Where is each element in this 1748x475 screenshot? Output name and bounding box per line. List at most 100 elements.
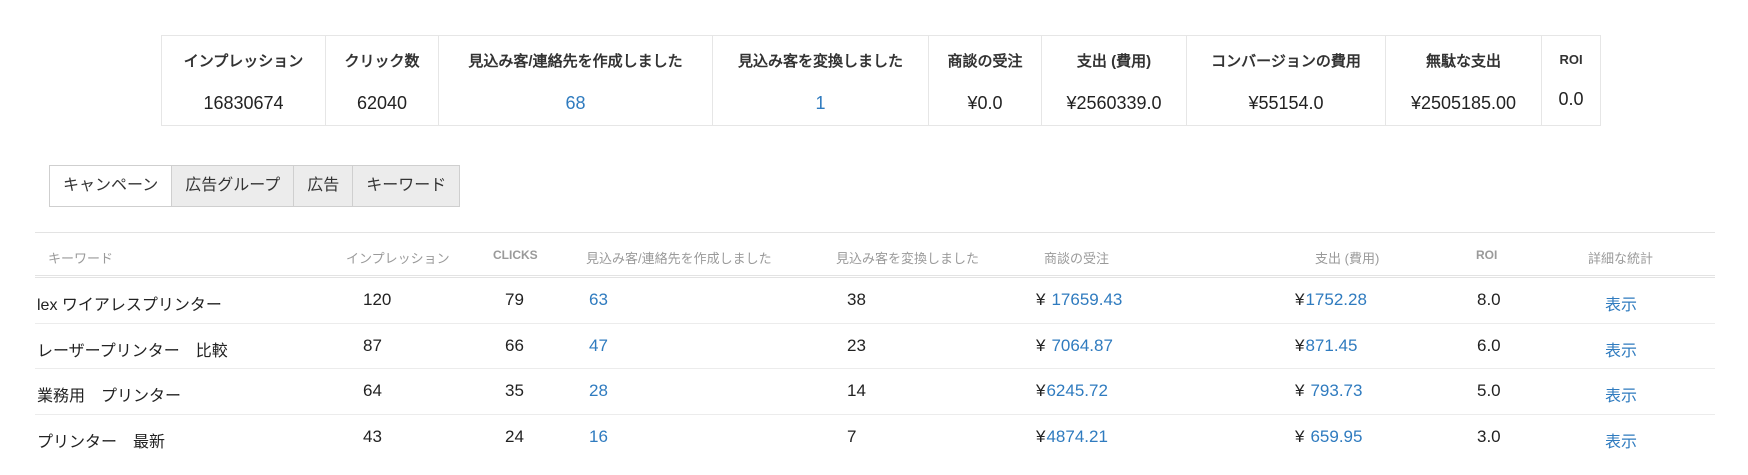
summary-leads-converted: 見込み客を変換しました 1 xyxy=(713,36,929,125)
impressions-cell: 87 xyxy=(363,335,382,355)
leads-link[interactable]: 16 xyxy=(589,427,608,447)
roi-cell: 3.0 xyxy=(1477,426,1501,446)
yen-symbol: ¥ xyxy=(1295,290,1305,309)
deals-won-cell[interactable]: ¥7064.87 xyxy=(1036,336,1113,356)
col-deals-won[interactable]: 商談の受注 xyxy=(1044,248,1109,267)
col-leads-created[interactable]: 見込み客/連絡先を作成しました xyxy=(586,248,772,267)
col-spend[interactable]: 支出 (費用) xyxy=(1315,248,1379,267)
col-clicks[interactable]: CLICKS xyxy=(493,248,538,262)
view-cell: 表示 xyxy=(1605,382,1637,406)
view-details-link[interactable]: 表示 xyxy=(1605,343,1637,360)
view-details-link[interactable]: 表示 xyxy=(1605,388,1637,405)
summary-value: 62040 xyxy=(356,93,408,113)
summary-header: ROI xyxy=(1559,52,1583,67)
summary-wasted-spend: 無駄な支出 ¥2505185.00 xyxy=(1386,36,1542,125)
clicks-cell: 35 xyxy=(505,381,524,400)
view-cell: 表示 xyxy=(1605,337,1637,361)
deals-won-cell[interactable]: ¥6245.72 xyxy=(1036,381,1108,401)
converted-cell: 23 xyxy=(847,335,866,355)
summary-value: ¥0.0 xyxy=(967,93,1003,113)
leads-link[interactable]: 63 xyxy=(589,290,608,310)
spend-cell[interactable]: ¥1752.28 xyxy=(1295,290,1367,310)
summary-header: コンバージョンの費用 xyxy=(1211,53,1361,70)
summary-leads-link[interactable]: 68 xyxy=(565,93,585,114)
table-row: プリンター 最新 43 24 16 7 ¥4874.21 ¥659.95 3.0… xyxy=(35,415,1715,461)
summary-value: ¥2505185.00 xyxy=(1410,93,1517,113)
table-row: 業務用 プリンター 64 35 28 14 ¥6245.72 ¥793.73 5… xyxy=(35,369,1715,415)
converted-cell: 14 xyxy=(847,381,866,400)
spend-cell[interactable]: ¥659.95 xyxy=(1295,427,1362,447)
view-details-link[interactable]: 表示 xyxy=(1605,297,1637,314)
spend-value: 659.95 xyxy=(1310,426,1363,446)
table-row: レーザープリンター 比較 87 66 47 23 ¥7064.87 ¥871.4… xyxy=(35,324,1715,369)
summary-header: 商談の受注 xyxy=(947,53,1023,70)
tab-keyword[interactable]: キーワード xyxy=(353,166,460,206)
converted-cell: 7 xyxy=(847,426,857,446)
spend-value: 1752.28 xyxy=(1305,290,1367,309)
summary-header: 見込み客/連絡先を作成しました xyxy=(468,53,683,70)
view-details-link[interactable]: 表示 xyxy=(1605,434,1637,451)
deals-won-cell[interactable]: ¥17659.43 xyxy=(1036,290,1122,310)
yen-symbol: ¥ xyxy=(1036,426,1046,446)
summary-clicks: クリック数 62040 xyxy=(326,36,439,125)
impressions-cell: 64 xyxy=(363,381,382,400)
clicks-cell: 66 xyxy=(505,335,524,355)
roi-cell: 8.0 xyxy=(1477,290,1501,309)
summary-header: 支出 (費用) xyxy=(1076,53,1152,70)
summary-converted-link[interactable]: 1 xyxy=(815,93,825,114)
keyword-table: キーワード インプレッション CLICKS 見込み客/連絡先を作成しました 見込… xyxy=(35,232,1715,460)
view-cell: 表示 xyxy=(1605,291,1637,315)
impressions-cell: 120 xyxy=(363,290,392,309)
summary-leads-created: 見込み客/連絡先を作成しました 68 xyxy=(439,36,713,125)
col-roi[interactable]: ROI xyxy=(1476,248,1497,262)
yen-symbol: ¥ xyxy=(1295,381,1305,400)
yen-symbol: ¥ xyxy=(1295,335,1305,355)
leads-link[interactable]: 47 xyxy=(589,336,608,356)
summary-value: ¥55154.0 xyxy=(1248,93,1324,113)
roi-cell: 6.0 xyxy=(1477,335,1501,355)
spend-cell[interactable]: ¥871.45 xyxy=(1295,336,1357,356)
col-keyword[interactable]: キーワード xyxy=(48,248,113,267)
summary-header: 無駄な支出 xyxy=(1425,53,1501,70)
keyword-cell: 業務用 プリンター xyxy=(37,388,182,405)
tab-ad[interactable]: 広告 xyxy=(294,166,354,206)
clicks-cell: 79 xyxy=(505,290,524,309)
view-cell: 表示 xyxy=(1605,428,1637,452)
clicks-cell: 24 xyxy=(505,426,524,446)
summary-deals-won: 商談の受注 ¥0.0 xyxy=(929,36,1042,125)
col-impressions[interactable]: インプレッション xyxy=(346,248,450,267)
summary-header: インプレッション xyxy=(183,53,304,70)
summary-header: 見込み客を変換しました xyxy=(737,53,903,70)
deals-won-cell[interactable]: ¥4874.21 xyxy=(1036,427,1108,447)
impressions-cell: 43 xyxy=(363,426,382,446)
summary-value: 16830674 xyxy=(203,93,284,113)
spend-cell[interactable]: ¥793.73 xyxy=(1295,381,1362,401)
tab-ad-group[interactable]: 広告グループ xyxy=(172,166,295,206)
deals-won-value: 4874.21 xyxy=(1046,426,1108,446)
table-row: lex ワイアレスプリンター 120 79 63 38 ¥17659.43 ¥1… xyxy=(35,278,1715,324)
summary-header: クリック数 xyxy=(344,53,420,70)
col-details: 詳細な統計 xyxy=(1588,251,1654,266)
yen-symbol: ¥ xyxy=(1295,426,1305,446)
summary-spend: 支出 (費用) ¥2560339.0 xyxy=(1042,36,1187,125)
summary-cost-per-conversion: コンバージョンの費用 ¥55154.0 xyxy=(1187,36,1386,125)
spend-value: 793.73 xyxy=(1310,381,1363,400)
col-leads-converted[interactable]: 見込み客を変換しました xyxy=(836,248,979,267)
yen-symbol: ¥ xyxy=(1036,381,1046,400)
table-header-row: キーワード インプレッション CLICKS 見込み客/連絡先を作成しました 見込… xyxy=(35,233,1715,278)
keyword-cell: lex ワイアレスプリンター xyxy=(37,297,222,314)
keyword-cell: レーザープリンター 比較 xyxy=(37,342,228,360)
roi-cell: 5.0 xyxy=(1477,381,1501,400)
spend-value: 871.45 xyxy=(1305,335,1358,355)
yen-symbol: ¥ xyxy=(1036,335,1046,355)
tab-campaign[interactable]: キャンペーン xyxy=(50,166,173,206)
deals-won-value: 7064.87 xyxy=(1051,335,1113,355)
deals-won-value: 6245.72 xyxy=(1046,381,1108,400)
summary-roi: ROI 0.0 xyxy=(1542,36,1600,125)
converted-cell: 38 xyxy=(847,290,866,309)
keyword-cell: プリンター 最新 xyxy=(37,433,166,451)
yen-symbol: ¥ xyxy=(1036,290,1046,309)
summary-impressions: インプレッション 16830674 xyxy=(162,36,326,125)
deals-won-value: 17659.43 xyxy=(1051,290,1123,309)
leads-link[interactable]: 28 xyxy=(589,381,608,401)
